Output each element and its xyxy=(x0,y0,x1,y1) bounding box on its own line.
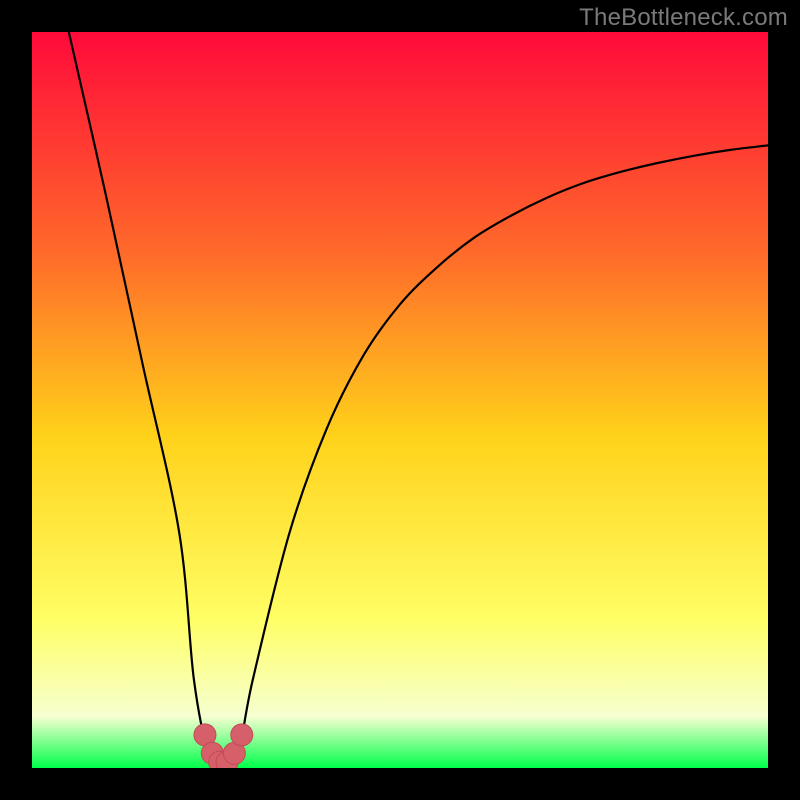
chart-frame: TheBottleneck.com xyxy=(0,0,800,800)
plot-area xyxy=(32,32,768,768)
optimum-marker xyxy=(231,724,253,746)
watermark-text: TheBottleneck.com xyxy=(579,4,788,32)
plot-svg xyxy=(32,32,768,768)
gradient-background xyxy=(32,32,768,768)
